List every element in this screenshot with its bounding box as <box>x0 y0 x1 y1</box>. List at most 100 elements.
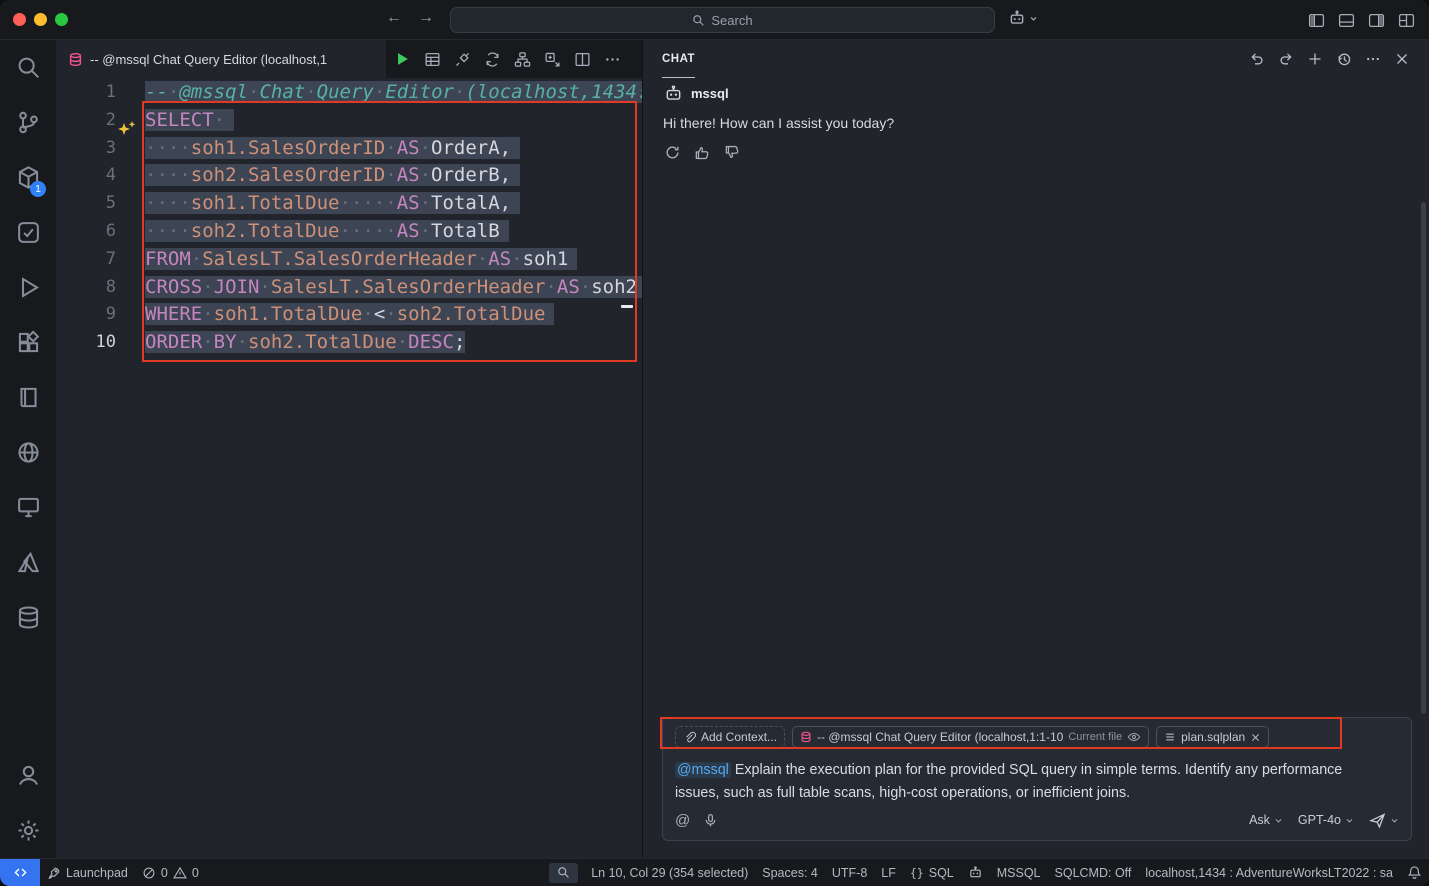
chevron-down-icon <box>1345 816 1354 825</box>
more-actions-icon[interactable] <box>603 50 621 68</box>
undo-request-icon[interactable] <box>1246 48 1268 70</box>
close-window-button[interactable] <box>13 13 26 26</box>
encoding-indicator[interactable]: UTF-8 <box>825 859 874 886</box>
cursor-position-indicator[interactable]: Ln 10, Col 29 (354 selected) <box>584 859 755 886</box>
code-line-4[interactable]: 4····soh2.SalesOrderID·AS·OrderB, <box>56 162 642 190</box>
eye-icon[interactable] <box>1127 730 1141 744</box>
command-center-search[interactable]: Search <box>450 7 995 33</box>
split-editor-icon[interactable] <box>573 50 591 68</box>
chat-input-box[interactable]: Add Context... -- @mssql Chat Query Edit… <box>662 717 1412 841</box>
search-view-icon[interactable] <box>4 40 52 95</box>
accounts-icon[interactable] <box>4 748 52 803</box>
copilot-sparkle-icon[interactable] <box>116 120 138 140</box>
chat-mode-dropdown[interactable]: Ask <box>1249 813 1283 827</box>
toggle-secondary-sidebar-icon[interactable] <box>1367 11 1385 29</box>
editor-cursor <box>621 305 633 308</box>
remote-windows-view-icon[interactable] <box>4 480 52 535</box>
copilot-icon <box>968 865 983 880</box>
source-control-icon[interactable] <box>4 95 52 150</box>
warnings-count: 0 <box>192 866 199 880</box>
toggle-results-icon[interactable] <box>423 50 441 68</box>
problems-button[interactable]: 0 0 <box>135 859 206 886</box>
remote-indicator[interactable] <box>0 859 40 886</box>
minimize-window-button[interactable] <box>34 13 47 26</box>
chat-prompt-text[interactable]: @mssql Explain the execution plan for th… <box>675 759 1347 805</box>
search-status-button[interactable] <box>549 863 578 883</box>
cursor-position-label: Ln 10, Col 29 (354 selected) <box>591 866 748 880</box>
code-line-1[interactable]: 1--·@mssql·Chat·Query·Editor·(localhost,… <box>56 79 642 107</box>
line-number: 8 <box>56 274 145 302</box>
close-chat-icon[interactable] <box>1391 48 1413 70</box>
code-editor[interactable]: 1--·@mssql·Chat·Query·Editor·(localhost,… <box>56 78 642 858</box>
eol-indicator[interactable]: LF <box>874 859 903 886</box>
thumbs-up-icon[interactable] <box>693 143 712 162</box>
send-options-chevron-icon[interactable] <box>1390 816 1399 825</box>
zoom-window-button[interactable] <box>55 13 68 26</box>
actual-plan-icon[interactable] <box>543 50 561 68</box>
editor-actions <box>386 40 621 78</box>
navigate-forward-icon[interactable]: → <box>418 9 434 27</box>
encoding-label: UTF-8 <box>832 866 867 880</box>
connection-status[interactable]: localhost,1434 : AdventureWorksLT2022 : … <box>1138 859 1400 886</box>
mention-context-icon[interactable]: @ <box>675 812 690 829</box>
customize-layout-icon[interactable] <box>1397 11 1415 29</box>
chat-more-actions-icon[interactable] <box>1362 48 1384 70</box>
sqlcmd-toggle[interactable]: SQLCMD: Off <box>1048 859 1139 886</box>
code-line-3[interactable]: 3····soh1.SalesOrderID·AS·OrderA, <box>56 135 642 163</box>
copilot-status-button[interactable] <box>961 859 990 886</box>
mssql-status-button[interactable]: MSSQL <box>990 859 1048 886</box>
toggle-panel-icon[interactable] <box>1337 11 1355 29</box>
tab-bar: -- @mssql Chat Query Editor (localhost,1 <box>56 40 642 78</box>
run-debug-view-icon[interactable] <box>4 260 52 315</box>
redo-request-icon[interactable] <box>1275 48 1297 70</box>
extensions-view-icon[interactable] <box>4 315 52 370</box>
code-line-7[interactable]: 7FROM·SalesLT.SalesOrderHeader·AS·soh1 <box>56 246 642 274</box>
disconnect-icon[interactable] <box>453 50 471 68</box>
indentation-indicator[interactable]: Spaces: 4 <box>755 859 825 886</box>
bell-icon <box>1407 865 1422 880</box>
chat-scrollbar[interactable] <box>1421 202 1426 714</box>
toggle-primary-sidebar-icon[interactable] <box>1307 11 1325 29</box>
launchpad-label: Launchpad <box>66 866 128 880</box>
code-line-2[interactable]: 2SELECT· <box>56 107 642 135</box>
estimated-plan-icon[interactable] <box>513 50 531 68</box>
tab-chat[interactable]: CHAT <box>662 40 695 78</box>
errors-count: 0 <box>161 866 168 880</box>
file-context-chip[interactable]: -- @mssql Chat Query Editor (localhost,1… <box>792 726 1149 748</box>
testing-view-icon[interactable] <box>4 205 52 260</box>
code-line-6[interactable]: 6····soh2.TotalDue·····AS·TotalB <box>56 218 642 246</box>
azure-view-icon[interactable] <box>4 535 52 590</box>
send-icon[interactable] <box>1369 812 1386 829</box>
database-icon <box>800 731 812 743</box>
add-context-button[interactable]: Add Context... <box>675 726 785 748</box>
change-connection-icon[interactable] <box>483 50 501 68</box>
github-view-icon[interactable] <box>4 425 52 480</box>
navigate-back-icon[interactable]: ← <box>386 9 402 27</box>
plan-file-chip[interactable]: plan.sqlplan <box>1156 726 1269 748</box>
remove-chip-icon[interactable] <box>1250 732 1261 743</box>
plan-chip-label: plan.sqlplan <box>1181 730 1245 744</box>
copilot-menu-button[interactable] <box>1008 9 1038 27</box>
context-chips-row: Add Context... -- @mssql Chat Query Edit… <box>675 725 1399 749</box>
sql-database-view-icon[interactable] <box>4 590 52 645</box>
settings-gear-icon[interactable] <box>4 803 52 858</box>
regenerate-icon[interactable] <box>663 143 682 162</box>
notebook-view-icon[interactable] <box>4 370 52 425</box>
remote-explorer-view-icon[interactable]: 1 <box>4 150 52 205</box>
code-line-9[interactable]: 9WHERE·soh1.TotalDue·<·soh2.TotalDue <box>56 301 642 329</box>
notifications-bell[interactable] <box>1400 859 1429 886</box>
run-query-button[interactable] <box>393 50 411 68</box>
language-mode-indicator[interactable]: {} SQL <box>903 859 961 886</box>
chat-history-icon[interactable] <box>1333 48 1355 70</box>
thumbs-down-icon[interactable] <box>723 143 742 162</box>
code-line-10[interactable]: 10ORDER·BY·soh2.TotalDue·DESC; <box>56 329 642 357</box>
new-chat-icon[interactable] <box>1304 48 1326 70</box>
microphone-icon[interactable] <box>703 813 718 828</box>
code-line-8[interactable]: 8CROSS·JOIN·SalesLT.SalesOrderHeader·AS·… <box>56 274 642 302</box>
launchpad-button[interactable]: Launchpad <box>40 859 135 886</box>
braces-icon: {} <box>910 866 924 880</box>
line-number: 10 <box>56 329 145 357</box>
tab-mssql-chat-query-editor[interactable]: -- @mssql Chat Query Editor (localhost,1 <box>56 40 386 78</box>
code-line-5[interactable]: 5····soh1.TotalDue·····AS·TotalA, <box>56 190 642 218</box>
model-picker-dropdown[interactable]: GPT-4o <box>1298 813 1354 827</box>
